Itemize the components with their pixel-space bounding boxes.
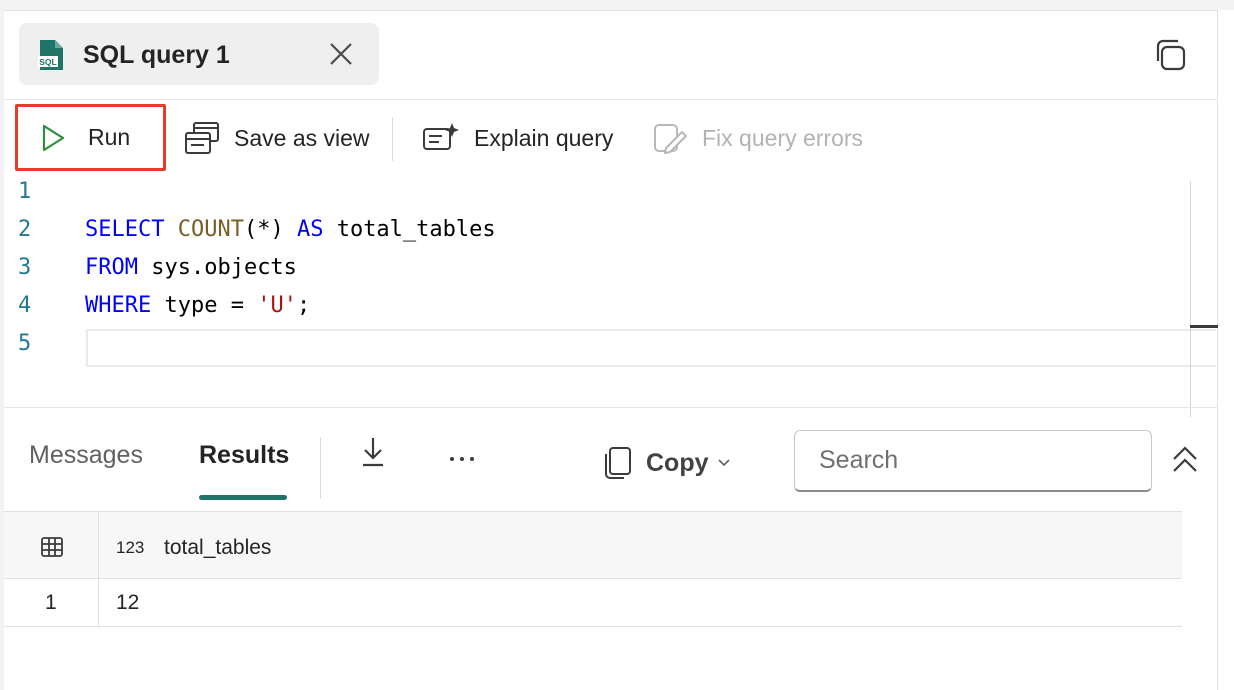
editor-scrollbar[interactable] (1190, 181, 1191, 417)
code-token: SELECT (85, 217, 165, 242)
more-options-icon[interactable] (442, 449, 482, 469)
copy-icon (605, 447, 631, 479)
code-line: 1 (4, 173, 1184, 211)
copy-label: Copy (646, 448, 709, 477)
code-token: AS (296, 217, 324, 242)
sql-file-icon: SQL (38, 40, 63, 70)
copy-window-icon[interactable] (1152, 37, 1188, 73)
tab-results[interactable]: Results (199, 441, 289, 470)
table-row[interactable]: 1 12 (4, 579, 1182, 627)
code-token: 'U' (257, 293, 297, 318)
code-text: SELECT COUNT(*) AS total_tables (85, 211, 496, 249)
code-token: sys.objects (137, 255, 297, 280)
code-token: total_tables (323, 217, 496, 242)
save-as-view-label: Save as view (234, 124, 370, 151)
code-line: 5 (4, 325, 1184, 363)
fix-errors-icon (654, 124, 687, 154)
tab-title: SQL query 1 (83, 41, 230, 69)
line-number: 5 (18, 331, 32, 356)
table-grid-icon[interactable] (40, 536, 64, 558)
svg-text:SQL: SQL (39, 57, 56, 67)
code-text: FROM sys.objects (85, 249, 297, 287)
close-icon[interactable] (327, 40, 355, 68)
code-token: FROM (85, 255, 138, 280)
pane-divider[interactable] (4, 407, 1218, 408)
code-token: ; (296, 293, 311, 318)
row-number: 1 (45, 591, 57, 614)
explain-query-button[interactable]: Explain query (422, 103, 613, 173)
line-number: 1 (18, 179, 32, 204)
code-token: WHERE (85, 293, 152, 318)
line-number: 2 (18, 217, 32, 242)
search-input[interactable] (794, 430, 1152, 492)
results-toolbar-divider (320, 437, 321, 499)
collapse-up-icon[interactable] (1170, 443, 1200, 477)
explain-sparkle-icon (423, 123, 459, 150)
query-editor-panel: SQL SQL query 1 Run Save as view Explain… (4, 10, 1218, 690)
code-line: 2 SELECT COUNT(*) AS total_tables (4, 211, 1184, 249)
grid-column-divider (98, 511, 99, 627)
tab-messages[interactable]: Messages (29, 441, 143, 470)
save-as-view-icon (185, 122, 219, 154)
explain-query-label: Explain query (474, 124, 614, 151)
save-as-view-button[interactable]: Save as view (184, 103, 370, 173)
scroll-position-marker (1190, 325, 1218, 328)
right-edge (1218, 10, 1234, 690)
tab-sql-query[interactable]: SQL SQL query 1 (19, 23, 379, 85)
code-token: (*) (243, 217, 297, 242)
cell-total-tables[interactable]: 12 (116, 591, 139, 615)
run-label: Run (88, 124, 131, 150)
toolbar-divider (392, 117, 393, 161)
code-line: 3 FROM sys.objects (4, 249, 1184, 287)
numeric-type-badge: 123 (116, 538, 145, 557)
line-number: 3 (18, 255, 32, 280)
query-toolbar: Run Save as view Explain query Fix query… (4, 103, 1218, 173)
line-number: 4 (18, 293, 32, 318)
tab-divider (4, 99, 1218, 100)
grid-header-row: 123 total_tables (4, 511, 1182, 579)
code-text: WHERE type = 'U'; (85, 287, 310, 325)
active-tab-indicator (199, 495, 287, 500)
sql-code-editor[interactable]: 1 2 SELECT COUNT(*) AS total_tables 3 FR… (4, 173, 1218, 417)
code-token: type = (151, 293, 258, 318)
download-icon[interactable] (358, 435, 388, 469)
chevron-down-icon (717, 459, 730, 467)
play-icon (42, 124, 65, 151)
fix-query-errors-label: Fix query errors (702, 124, 864, 151)
run-button[interactable]: Run (15, 104, 166, 171)
code-line: 4 WHERE type = 'U'; (4, 287, 1184, 325)
fix-query-errors-button[interactable]: Fix query errors (652, 103, 863, 173)
column-header[interactable]: total_tables (164, 536, 271, 560)
copy-button[interactable]: Copy (604, 443, 731, 483)
code-token: COUNT (177, 217, 244, 242)
